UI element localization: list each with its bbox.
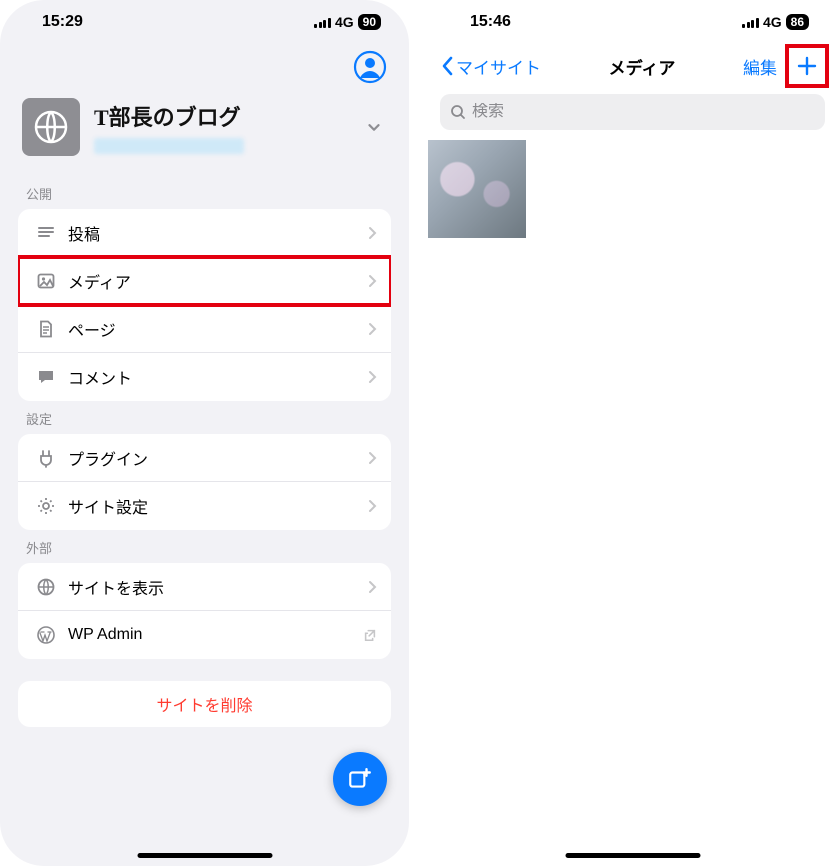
nav-bar: マイサイト メディア 編集	[428, 44, 837, 88]
menu-label: WP Admin	[60, 626, 363, 644]
site-globe-icon	[22, 98, 80, 156]
chevron-down-icon[interactable]	[361, 118, 387, 136]
back-button[interactable]: マイサイト	[440, 54, 541, 79]
delete-site-button[interactable]: サイトを削除	[18, 681, 391, 727]
site-title: T部長のブログ	[94, 100, 347, 132]
compose-icon	[347, 766, 373, 792]
menu-label: メディア	[60, 269, 367, 293]
edit-button[interactable]: 編集	[743, 54, 777, 79]
menu-label: プラグイン	[60, 446, 367, 470]
phone-left: 15:29 4G 90 T部長のブログ 公開	[0, 0, 409, 866]
chevron-right-icon	[367, 451, 377, 465]
battery-badge: 86	[786, 14, 809, 30]
menu-item-plugins[interactable]: プラグイン	[18, 434, 391, 482]
section-label-publish: 公開	[0, 176, 409, 209]
menu-item-wp-admin[interactable]: WP Admin	[18, 611, 391, 659]
compose-fab[interactable]	[333, 752, 387, 806]
page-icon	[32, 319, 60, 339]
battery-badge: 90	[358, 14, 381, 30]
menu-item-comments[interactable]: コメント	[18, 353, 391, 401]
delete-label: サイトを削除	[156, 692, 252, 716]
phone-right: 15:46 4G 86 マイサイト メディア 編集	[428, 0, 837, 866]
signal-icon	[742, 16, 759, 28]
chevron-left-icon	[440, 56, 454, 76]
status-right: 4G 86	[742, 14, 809, 30]
network-label: 4G	[335, 14, 354, 30]
status-bar: 15:46 4G 86	[428, 0, 837, 44]
home-indicator[interactable]	[565, 853, 700, 858]
profile-button[interactable]	[353, 50, 387, 84]
comment-icon	[32, 367, 60, 387]
chevron-right-icon	[367, 370, 377, 384]
media-grid	[428, 140, 837, 238]
site-url-blurred	[94, 138, 244, 154]
network-label: 4G	[763, 14, 782, 30]
search-field[interactable]	[440, 94, 825, 130]
status-bar: 15:29 4G 90	[0, 0, 409, 44]
menu-label: サイト設定	[60, 494, 367, 518]
add-button[interactable]	[789, 48, 825, 84]
menu-item-media[interactable]: メディア	[18, 257, 391, 305]
image-icon	[32, 271, 60, 291]
chevron-right-icon	[367, 580, 377, 594]
menu-label: コメント	[60, 365, 367, 389]
list-group-settings: プラグイン サイト設定	[18, 434, 391, 530]
site-header[interactable]: T部長のブログ	[0, 84, 409, 176]
status-right: 4G 90	[314, 14, 381, 30]
home-indicator[interactable]	[137, 853, 272, 858]
menu-label: ページ	[60, 317, 367, 341]
chevron-right-icon	[367, 322, 377, 336]
back-label: マイサイト	[456, 54, 541, 79]
chevron-right-icon	[367, 226, 377, 240]
chevron-right-icon	[367, 274, 377, 288]
media-thumbnail[interactable]	[428, 140, 526, 238]
menu-item-view-site[interactable]: サイトを表示	[18, 563, 391, 611]
menu-item-posts[interactable]: 投稿	[18, 209, 391, 257]
gear-icon	[32, 496, 60, 516]
menu-item-pages[interactable]: ページ	[18, 305, 391, 353]
search-icon	[450, 104, 466, 120]
status-time: 15:46	[470, 13, 511, 31]
search-input[interactable]	[472, 103, 815, 121]
status-time: 15:29	[42, 13, 83, 31]
wordpress-icon	[32, 625, 60, 645]
menu-label: 投稿	[60, 221, 367, 245]
chevron-right-icon	[367, 499, 377, 513]
list-group-external: サイトを表示 WP Admin	[18, 563, 391, 659]
nav-title: メディア	[609, 54, 676, 79]
list-group-publish: 投稿 メディア ページ コメント	[18, 209, 391, 401]
plus-icon	[795, 54, 819, 78]
plugin-icon	[32, 448, 60, 468]
globe-icon	[32, 577, 60, 597]
external-link-icon	[363, 628, 377, 642]
menu-label: サイトを表示	[60, 575, 367, 599]
posts-icon	[32, 223, 60, 243]
menu-item-site-settings[interactable]: サイト設定	[18, 482, 391, 530]
section-label-external: 外部	[0, 530, 409, 563]
signal-icon	[314, 16, 331, 28]
section-label-settings: 設定	[0, 401, 409, 434]
